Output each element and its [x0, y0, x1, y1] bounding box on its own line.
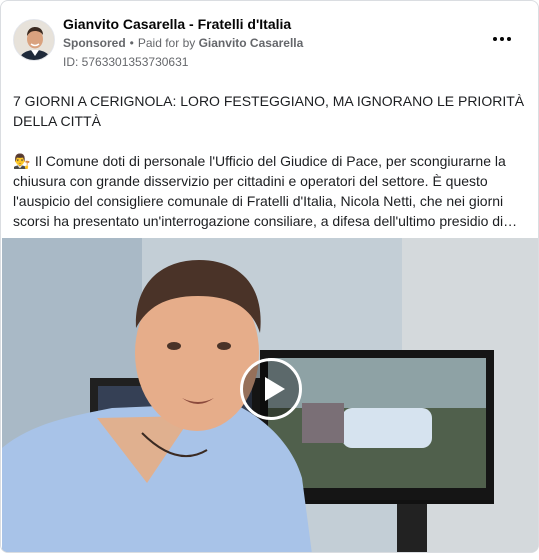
play-icon: [265, 377, 285, 401]
play-button[interactable]: [240, 358, 302, 420]
more-options-button[interactable]: [488, 27, 516, 51]
more-options-icon: [492, 37, 513, 41]
avatar[interactable]: [13, 19, 55, 61]
page-name-link[interactable]: Gianvito Casarella - Fratelli d'Italia: [63, 16, 291, 32]
judge-emoji-icon: 👨‍⚖️: [13, 153, 31, 169]
video-player[interactable]: [2, 238, 538, 552]
post-title: 7 GIORNI A CERIGNOLA: LORO FESTEGGIANO, …: [13, 93, 525, 129]
post-header: Gianvito Casarella - Fratelli d'Italia S…: [13, 13, 526, 73]
paid-for-by-label: Paid for by: [137, 36, 196, 50]
post-body: 👨‍⚖️ Il Comune doti di personale l'Uffic…: [13, 151, 528, 231]
avatar-image: [14, 20, 54, 60]
sponsored-label: Sponsored: [63, 36, 126, 50]
ad-id: ID: 5763301353730631: [63, 55, 189, 69]
payer-name: Gianvito Casarella: [198, 36, 304, 50]
post-body-text: Il Comune doti di personale l'Ufficio de…: [13, 153, 518, 229]
post-text: 7 GIORNI A CERIGNOLA: LORO FESTEGGIANO, …: [13, 91, 528, 231]
sponsored-line: Sponsored • Paid for by Gianvito Casarella: [63, 36, 303, 50]
ad-card: Gianvito Casarella - Fratelli d'Italia S…: [0, 0, 539, 553]
separator: •: [129, 36, 134, 50]
